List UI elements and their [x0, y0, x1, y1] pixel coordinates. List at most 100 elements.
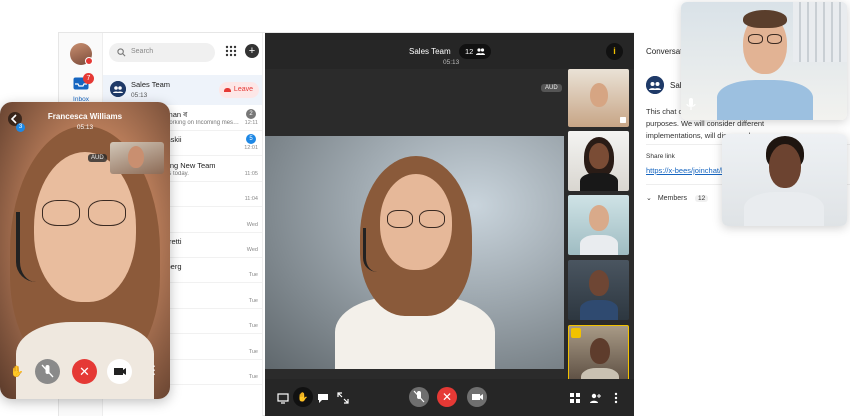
conversation-time: Wed: [246, 247, 258, 253]
members-toggle[interactable]: ⌄ Members 12: [646, 194, 709, 202]
end-call-button[interactable]: ✕: [72, 359, 97, 384]
headset-mic: [363, 228, 381, 272]
end-call-button[interactable]: ✕: [437, 387, 457, 407]
speaker-glasses-right: [419, 210, 445, 228]
grid-layout-icon[interactable]: [569, 392, 581, 404]
participant-thumb-2[interactable]: [568, 131, 629, 191]
call-control-bar: ✋ ✕: [265, 379, 634, 416]
man-hair: [743, 10, 787, 28]
conversation-time: 11:05: [244, 170, 258, 177]
team-icon: [110, 81, 126, 97]
woman-face: [769, 144, 801, 188]
share-link-label: Share link: [646, 153, 675, 160]
conversation-time: Wed: [246, 221, 258, 228]
conversation-time: Tue: [248, 297, 258, 304]
camera-off-icon: [472, 394, 483, 400]
caller-glasses-right: [88, 200, 126, 226]
caller-name: Francesca Williams: [47, 112, 123, 121]
caller-face: [34, 152, 136, 302]
participant-thumb-1[interactable]: [568, 69, 629, 127]
stage: 7 Inbox Search + Sales Team 05:13 Leave …: [0, 0, 850, 416]
search-placeholder: Search: [131, 48, 154, 55]
caller-headset: [16, 212, 40, 282]
conversation-time: 12:11: [244, 120, 258, 126]
expand-icon[interactable]: [337, 392, 349, 404]
main-video-feed: [265, 136, 564, 369]
search-input[interactable]: Search: [109, 43, 215, 62]
thumb-face: [590, 83, 608, 107]
conversation-time: Tue: [248, 374, 258, 380]
info-button[interactable]: i: [606, 43, 623, 60]
mic-off-icon: [41, 364, 54, 378]
participant-thumb-3[interactable]: [568, 195, 629, 255]
add-participant-icon[interactable]: [589, 392, 601, 404]
floating-video-tile-woman[interactable]: [722, 134, 847, 226]
share-link[interactable]: https://x-bees/joinchat/hF…: [646, 166, 728, 175]
participant-thumb-4[interactable]: [568, 260, 629, 320]
camera-icon: [114, 368, 126, 375]
man-torso: [717, 80, 813, 120]
toggle-camera-button[interactable]: [107, 359, 132, 384]
conversation-time: 12:01: [244, 145, 258, 152]
mute-microphone-button[interactable]: [35, 359, 60, 384]
more-options-icon[interactable]: ⋮: [148, 363, 160, 377]
woman-torso: [744, 192, 824, 226]
raise-hand-button[interactable]: ✋: [293, 387, 313, 407]
call-duration: 05:13: [443, 59, 460, 66]
raise-hand-icon[interactable]: ✋: [10, 365, 24, 378]
thumb-torso: [580, 173, 618, 191]
conversation-time: Tue: [248, 323, 258, 330]
unread-badge: 2: [246, 109, 256, 119]
thumb-face: [589, 270, 609, 296]
audio-badge: AUD: [88, 154, 107, 162]
audio-badge: AUD: [541, 84, 562, 92]
people-icon: [476, 48, 485, 55]
search-icon: [117, 48, 126, 57]
speaker-glasses-left: [387, 210, 413, 228]
video-header: Sales Team 05:13 12 i: [265, 33, 634, 69]
conversation-time: Tue: [248, 348, 258, 355]
dialpad-icon[interactable]: [225, 45, 237, 57]
camera-icon: [620, 117, 626, 123]
leave-button[interactable]: Leave: [219, 82, 259, 98]
active-call-row[interactable]: Sales Team 05:13 Leave: [103, 75, 262, 105]
self-view-pip[interactable]: [110, 142, 164, 174]
call-title: Sales Team: [409, 47, 451, 56]
call-duration: 05:13: [76, 124, 94, 131]
bookshelf: [793, 2, 847, 62]
mobile-call-controls: ✋ ✕ ⋮: [0, 357, 170, 387]
video-call-area: Sales Team 05:13 12 i AUD ✋ ✕: [265, 33, 634, 416]
thumb-torso: [580, 235, 618, 255]
mute-microphone-button[interactable]: [409, 387, 429, 407]
participants-button[interactable]: 12: [459, 44, 491, 59]
toggle-camera-button[interactable]: [467, 387, 487, 407]
members-count: 12: [694, 195, 709, 202]
mic-icon: [686, 98, 696, 110]
phone-hangup-icon: [224, 88, 231, 92]
conversation-time: 11:04: [244, 196, 258, 203]
more-options-icon[interactable]: [610, 392, 622, 404]
thumb-torso: [580, 300, 618, 320]
chat-icon[interactable]: [317, 392, 329, 404]
new-conversation-button[interactable]: +: [245, 44, 259, 58]
conversation-preview: …gs today.: [159, 170, 189, 177]
active-call-time: 05:13: [131, 92, 148, 99]
mobile-call-screen: 3 Francesca Williams 05:13 AUD ✋ ✕ ⋮: [0, 102, 170, 399]
participant-thumb-5[interactable]: [568, 325, 629, 385]
floating-video-tile-man[interactable]: [681, 2, 847, 120]
conversation-preview: …working on Incoming mes…: [159, 120, 240, 126]
caller-glasses-left: [42, 200, 80, 226]
unread-badge: 5: [246, 134, 256, 145]
inbox-badge: 7: [83, 73, 94, 84]
leave-label: Leave: [233, 86, 253, 93]
mic-off-icon: [413, 390, 425, 403]
presence-dot: [85, 57, 93, 65]
screen-share-icon[interactable]: [277, 392, 289, 404]
thumb-face: [590, 338, 610, 364]
thumb-face: [589, 205, 609, 231]
team-icon: [646, 76, 664, 94]
members-label: Members: [657, 195, 688, 202]
participant-thumbnails: [564, 69, 634, 416]
man-glasses-right: [767, 34, 782, 44]
thumb-face: [589, 143, 609, 169]
